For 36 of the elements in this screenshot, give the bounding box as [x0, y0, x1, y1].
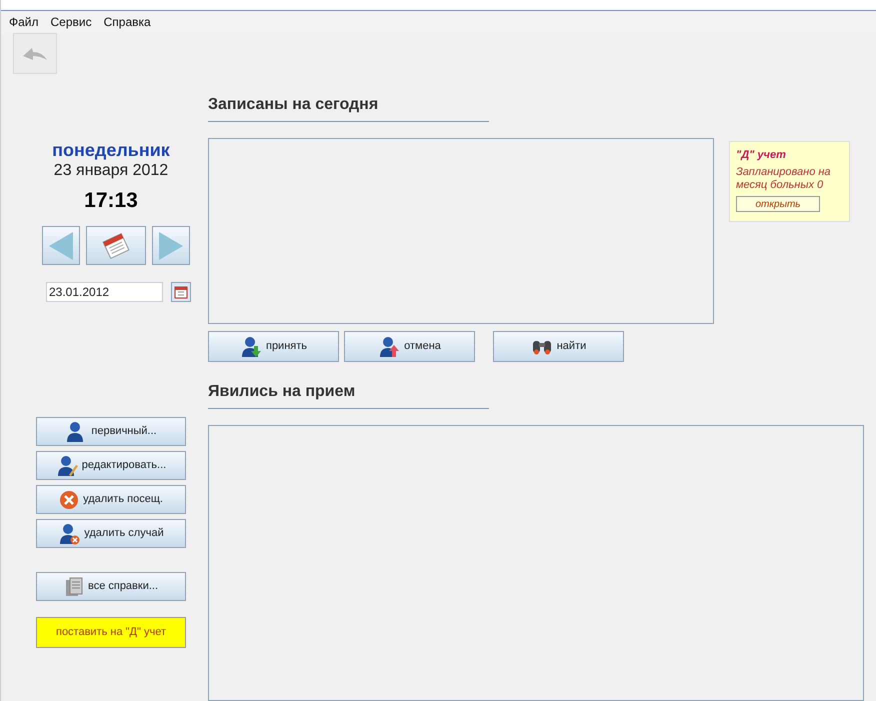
section-title: Явились на прием	[208, 383, 356, 400]
date-label: 23 января 2012	[54, 161, 168, 181]
list-action-button[interactable]: найти	[493, 331, 624, 362]
list-action-button[interactable]: отмена	[344, 331, 475, 362]
menu-item[interactable]: Файл	[9, 13, 39, 31]
delete-icon	[59, 490, 80, 510]
action-button[interactable]: все справки...	[36, 572, 186, 601]
calendar-button[interactable]	[86, 226, 146, 265]
dispensary-text: Запланировано на месяц больных 0	[736, 166, 832, 192]
person-edit-icon	[56, 454, 78, 476]
action-button[interactable]: удалить случай	[36, 519, 186, 548]
action-button[interactable]: редактировать...	[36, 451, 186, 480]
menu-item[interactable]: Справка	[104, 13, 151, 31]
next-day-button[interactable]	[152, 226, 190, 265]
person-arrow-down-icon	[240, 336, 262, 358]
previous-day-button[interactable]	[42, 226, 80, 265]
left-arrow-icon	[47, 230, 75, 260]
action-button[interactable]: первичный...	[36, 417, 186, 446]
back-arrow-icon	[22, 46, 48, 62]
date-picker-button[interactable]	[171, 282, 191, 302]
open-button[interactable]: открыть	[736, 196, 820, 212]
person-remove-icon	[58, 522, 80, 544]
right-arrow-icon	[157, 230, 185, 260]
weekday-label: понедельник	[52, 139, 170, 161]
time-label: 17:13	[84, 189, 138, 213]
calendar-icon	[174, 285, 188, 299]
list-action-button[interactable]: принять	[208, 331, 339, 362]
action-button[interactable]: удалить посещ.	[36, 485, 186, 514]
dispensary-title: "Д" учет	[736, 148, 787, 163]
date-field[interactable]: 23.01.2012	[46, 282, 163, 302]
menu-item[interactable]: Сервис	[50, 13, 92, 31]
person-arrow-up-icon	[378, 336, 400, 358]
document-icon	[64, 576, 84, 596]
back-button[interactable]	[13, 33, 57, 74]
dispensary-register-button[interactable]: поставить на "Д" учет	[36, 617, 186, 648]
section-title: Записаны на сегодня	[208, 96, 378, 113]
